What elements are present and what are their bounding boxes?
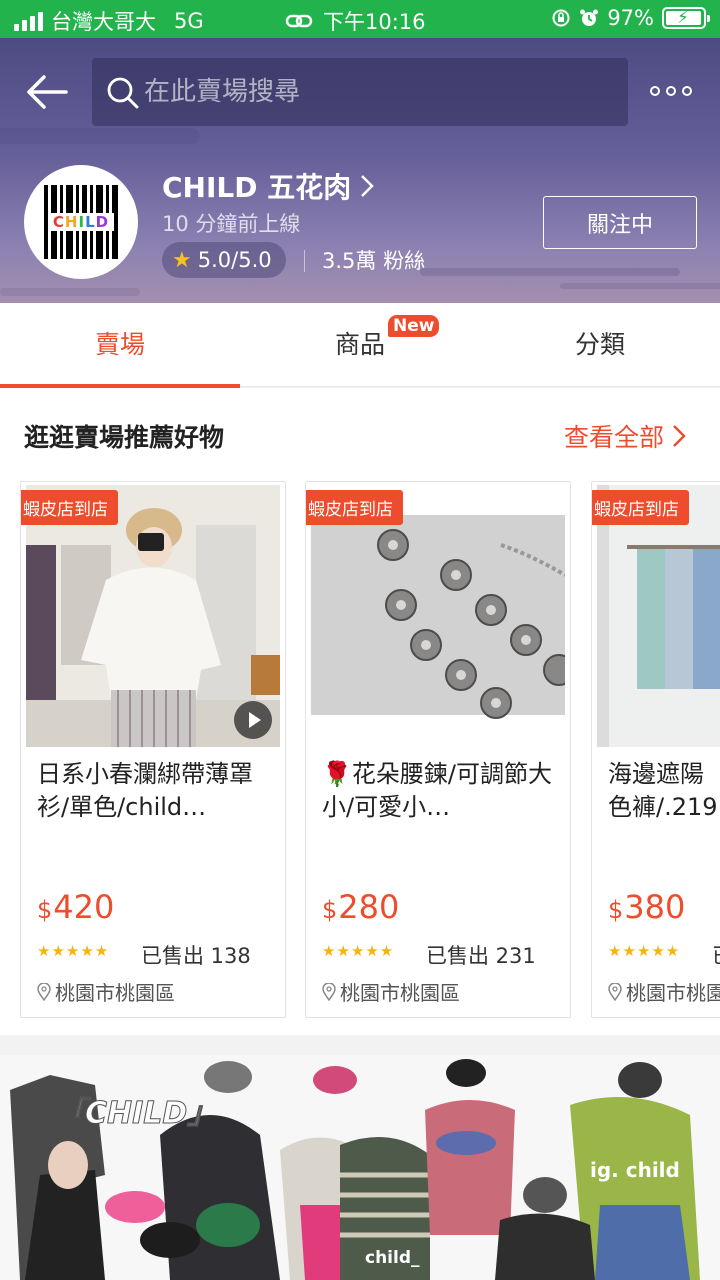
play-video-icon[interactable]: [234, 701, 272, 739]
star-icon: ★: [172, 247, 192, 273]
search-input[interactable]: [144, 72, 604, 112]
network-label: 5G: [174, 9, 204, 33]
product-card[interactable]: 蝦皮店到店 🌹花朵腰鍊/可調節大小/可愛小… $280 ★★★★★ 已售出 23…: [305, 481, 571, 1018]
recommend-section: 逛逛賣場推薦好物 查看全部 蝦皮店到店 日系小春瀾綁帶薄罩衫/單色/child……: [0, 388, 720, 1035]
shipping-tag: 蝦皮店到店: [21, 490, 118, 525]
product-price: $420: [37, 888, 114, 926]
product-card[interactable]: 蝦皮店到店 日系小春瀾綁帶薄罩衫/單色/child… $420 ★★★★★ 已售…: [20, 481, 286, 1018]
shipping-tag: 蝦皮店到店: [592, 490, 689, 525]
chevron-right-icon: [361, 175, 375, 197]
see-all-label: 查看全部: [564, 423, 665, 452]
price-value: 420: [53, 888, 115, 926]
star-rating-icon: ★★★★★: [608, 942, 681, 960]
shop-banner-image[interactable]: 「CHILD」 ig. child child_: [0, 1055, 720, 1280]
location-label: 桃園市桃園區: [340, 981, 460, 1005]
search-icon: [107, 77, 139, 109]
product-card[interactable]: 蝦皮店到店 海邊遮陽色褲/.219 $380 ★★★★★ 已售出 桃園市桃園區: [591, 481, 720, 1018]
barcode-logo-icon: CHILD: [44, 185, 118, 259]
price-value: 380: [624, 888, 686, 926]
currency: $: [37, 896, 53, 924]
shop-name-link[interactable]: CHILD 五花肉: [162, 166, 377, 206]
location-label: 桃園市桃園區: [55, 981, 175, 1005]
shop-header: CHILD CHILD 五花肉 10 分鐘前上線 ★ 5.0/5.0 3.5萬 …: [0, 38, 720, 303]
price-value: 280: [338, 888, 400, 926]
product-name: 日系小春瀾綁帶薄罩衫/單色/child…: [37, 760, 253, 821]
shop-name: CHILD 五花肉: [162, 171, 352, 204]
status-bar: 台灣大哥大 5G 下午10:16 97% ⚡: [0, 0, 720, 38]
shop-tabs: 賣場 商品 分類: [0, 303, 720, 388]
location-pin-icon: [322, 982, 336, 1001]
following-button[interactable]: 關注中: [543, 196, 697, 249]
star-rating-icon: ★★★★★: [322, 942, 395, 960]
currency: $: [322, 896, 338, 924]
online-status: 10 分鐘前上線: [162, 212, 301, 236]
tab-categories[interactable]: 分類: [480, 303, 720, 387]
shipping-tag: 蝦皮店到店: [306, 490, 403, 525]
product-location: 桃園市桃園區: [37, 977, 175, 1006]
chevron-right-icon: [673, 425, 686, 447]
location-pin-icon: [37, 982, 51, 1001]
shop-rating[interactable]: ★ 5.0/5.0: [162, 242, 286, 278]
battery-percent: 97%: [607, 6, 654, 30]
tab-products[interactable]: 商品: [240, 303, 480, 387]
sold-count: 已售出 231: [426, 944, 536, 968]
location-pin-icon: [608, 982, 622, 1001]
see-all-link[interactable]: 查看全部: [564, 418, 686, 454]
product-location: 桃園市桃園區: [322, 977, 460, 1006]
back-arrow-icon[interactable]: [24, 72, 70, 112]
location-label: 桃園市桃園區: [626, 981, 720, 1005]
banner-ig: ig. child: [590, 1158, 680, 1182]
product-location: 桃園市桃園區: [608, 977, 720, 1006]
signal-icon: [14, 11, 43, 31]
sold-count: 已售出: [712, 940, 720, 970]
alarm-icon: [580, 9, 599, 26]
product-price: $280: [322, 888, 399, 926]
rotation-lock-icon: [552, 9, 570, 27]
section-title: 逛逛賣場推薦好物: [24, 423, 225, 452]
battery-icon: ⚡: [662, 7, 710, 29]
link-icon: [285, 14, 313, 28]
product-price: $380: [608, 888, 685, 926]
star-rating-icon: ★★★★★: [37, 942, 110, 960]
product-name: 海邊遮陽色褲/.219: [608, 760, 718, 821]
more-options-icon[interactable]: [650, 80, 700, 102]
currency: $: [608, 896, 624, 924]
carrier-label: 台灣大哥大: [51, 10, 156, 34]
banner-brand: 「CHILD」: [55, 1096, 217, 1131]
divider: [304, 250, 305, 272]
tab-shop[interactable]: 賣場: [0, 303, 240, 388]
svg-text:CHILD: CHILD: [53, 213, 109, 231]
rating-value: 5.0/5.0: [197, 248, 272, 272]
sold-count: 已售出 138: [141, 944, 251, 968]
shop-avatar[interactable]: CHILD: [24, 165, 138, 279]
product-name: 🌹花朵腰鍊/可調節大小/可愛小…: [322, 760, 552, 821]
follower-count: 3.5萬 粉絲: [322, 249, 426, 273]
new-badge: New: [388, 315, 440, 337]
banner-watermark: child_: [365, 1248, 420, 1268]
clock: 下午10:16: [323, 10, 426, 34]
shop-search-bar[interactable]: [92, 58, 628, 126]
